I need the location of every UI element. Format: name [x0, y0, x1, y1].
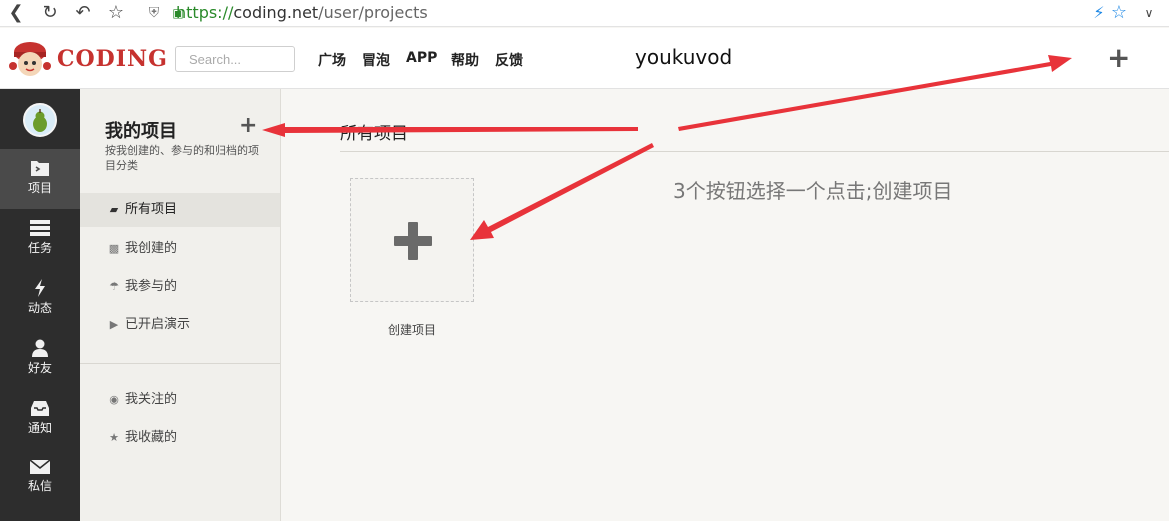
list-icon [30, 220, 50, 236]
logo-text[interactable]: CODING [57, 46, 168, 72]
eye-icon: ◉ [109, 393, 119, 406]
annotation-text: 3个按钮选择一个点击;创建项目 [673, 179, 953, 203]
rail-item-projects[interactable]: 项目 [0, 149, 80, 209]
sidebar-item-label: 已开启演示 [125, 317, 191, 332]
rail-item-tasks[interactable]: 任务 [0, 209, 80, 269]
reload-icon[interactable]: ↻ [39, 2, 61, 24]
chevron-down-icon[interactable]: ∨ [1138, 2, 1160, 24]
rail-label-notifications: 通知 [27, 421, 52, 435]
sidebar-item-label: 所有项目 [125, 202, 178, 217]
rail-item-activity[interactable]: 动态 [0, 269, 80, 329]
envelope-icon [29, 459, 51, 474]
star-icon: ★ [109, 431, 119, 444]
sidebar-item-created[interactable]: ▩ 我创建的 [80, 232, 280, 266]
url-bar[interactable]: https://coding.net/user/projects [176, 3, 428, 23]
url-scheme: https:// [176, 3, 234, 22]
umbrella-icon: ☂ [109, 280, 119, 293]
plus-icon [394, 222, 432, 260]
sidebar-add-button[interactable]: + [239, 115, 257, 137]
lightning-icon [35, 279, 45, 297]
nav-item-bubble[interactable]: 冒泡 [362, 50, 390, 70]
arrow-to-create-box [470, 143, 654, 240]
sidebar-item-joined[interactable]: ☂ 我参与的 [80, 270, 280, 304]
avatar[interactable] [23, 103, 57, 137]
search-input[interactable]: Search... [175, 46, 295, 72]
browser-toolbar: ❮ ↻ ↶ ☆ ⛨ ▣ https://coding.net/user/proj… [0, 0, 1169, 27]
nav-item-app[interactable]: APP [406, 50, 437, 66]
sidebar-title: 我的项目 [105, 121, 177, 142]
play-icon: ▶ [109, 318, 119, 331]
sidebar-subtitle: 按我创建的、参与的和归档的项目分类 [105, 144, 259, 172]
folder-icon [31, 161, 49, 176]
inbox-icon [31, 401, 49, 416]
sidebar-item-label: 我参与的 [125, 279, 178, 294]
header-add-button[interactable]: + [1107, 44, 1130, 72]
bookmark-star-icon[interactable]: ☆ [1108, 2, 1130, 24]
sidebar-item-following[interactable]: ◉ 我关注的 [80, 383, 280, 417]
username-label: youkuvod [635, 45, 733, 69]
undo-icon[interactable]: ↶ [72, 2, 94, 24]
create-project-label: 创建项目 [387, 323, 436, 337]
nav-item-feedback[interactable]: 反馈 [495, 50, 523, 70]
rail-item-friends[interactable]: 好友 [0, 329, 80, 389]
page-title: 所有项目 [340, 124, 408, 144]
rail-label-activity: 动态 [27, 301, 52, 315]
edit-icon: ▩ [108, 242, 120, 255]
site-header: CODING Search... 广场 冒泡 APP 帮助 反馈 youkuvo… [0, 28, 1169, 89]
sidebar-divider [80, 363, 280, 364]
sidebar-item-label: 我收藏的 [125, 430, 178, 445]
create-project-button[interactable] [350, 178, 474, 302]
sidebar-item-label: 我关注的 [125, 392, 178, 407]
url-host: coding.net [233, 3, 319, 22]
nav-item-help[interactable]: 帮助 [451, 50, 479, 70]
logo-mascot-icon[interactable] [6, 40, 56, 80]
main-nav-rail: 项目 任务 动态 好友 通知 私信 [0, 89, 80, 521]
shield-icon[interactable]: ⛨ [143, 2, 165, 24]
star-outline-icon[interactable]: ☆ [105, 2, 127, 24]
arrow-to-sidebar-plus [262, 123, 638, 137]
title-divider [340, 151, 1169, 152]
lightning-icon[interactable]: ⚡ [1088, 2, 1110, 24]
sidebar-item-all-projects[interactable]: ▰ 所有项目 [80, 193, 280, 227]
sidebar-item-label: 我创建的 [125, 241, 178, 256]
rail-label-projects: 项目 [27, 181, 52, 195]
rail-item-messages[interactable]: 私信 [0, 449, 80, 509]
nav-item-square[interactable]: 广场 [318, 50, 346, 70]
sidebar-item-starred[interactable]: ★ 我收藏的 [80, 421, 280, 455]
back-icon[interactable]: ❮ [5, 2, 27, 24]
project-sidebar: 我的项目 + 按我创建的、参与的和归档的项目分类 ▰ 所有项目 ▩ 我创建的 ☂ 我参… [80, 89, 281, 521]
url-path: /user/projects [318, 3, 428, 22]
folder-icon: ▰ [109, 203, 119, 216]
user-icon [32, 339, 48, 357]
rail-label-tasks: 任务 [27, 241, 52, 255]
rail-label-friends: 好友 [27, 361, 52, 375]
rail-item-notifications[interactable]: 通知 [0, 389, 80, 449]
rail-label-messages: 私信 [27, 479, 52, 493]
pear-avatar-icon [33, 109, 47, 132]
sidebar-item-demo[interactable]: ▶ 已开启演示 [80, 308, 280, 342]
